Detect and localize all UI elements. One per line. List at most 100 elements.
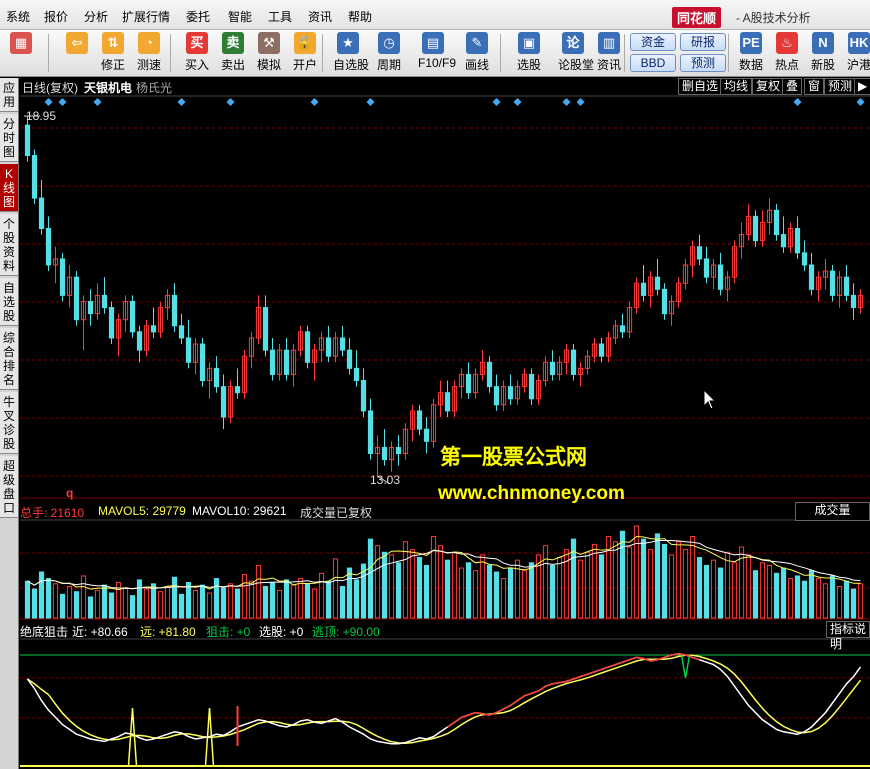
candle-body bbox=[395, 446, 402, 454]
volume-bar bbox=[136, 579, 143, 619]
volume-bar bbox=[374, 545, 381, 619]
volume-bar bbox=[157, 591, 164, 619]
volume-label-button[interactable]: 成交量 bbox=[795, 502, 870, 521]
volume-bar bbox=[752, 570, 759, 619]
toolbar-button-11[interactable]: ✎ 画线 bbox=[462, 32, 492, 73]
indicator-rising-segment bbox=[538, 685, 546, 692]
volume-bar bbox=[171, 576, 178, 619]
volume-bar bbox=[24, 580, 31, 619]
volume-bar bbox=[311, 588, 318, 619]
volume-bar bbox=[451, 551, 458, 619]
toolbar-button-6[interactable]: ⚒ 模拟 bbox=[254, 32, 284, 73]
candle-body bbox=[353, 367, 360, 382]
play-icon[interactable]: ▶ bbox=[854, 78, 870, 95]
toolbar-button-17[interactable]: N 新股 bbox=[808, 32, 838, 73]
toolbar-button-16[interactable]: ♨ 热点 bbox=[772, 32, 802, 73]
toolbar-button-7[interactable]: 🔒 开户 bbox=[290, 32, 320, 73]
chart-header-button-1[interactable]: 均线 bbox=[720, 78, 753, 95]
volume-total: 总手: 21610 bbox=[20, 506, 85, 520]
toolbar-pill-0[interactable]: 资金 bbox=[630, 33, 676, 51]
toolbar-button-10[interactable]: ▤ F10/F9 bbox=[418, 32, 456, 70]
high-price-label: 18.95 bbox=[26, 109, 57, 123]
menu-trade[interactable]: 委托 bbox=[186, 8, 210, 25]
toolbar-button-13[interactable]: 论论股堂 bbox=[558, 32, 594, 73]
volume-bar bbox=[822, 583, 829, 619]
toolbar-pill-1[interactable]: 研报 bbox=[680, 33, 726, 51]
mavol5-value: MAVOL5: 29779 bbox=[98, 504, 186, 518]
toolbar-button-2[interactable]: ⇅ 修正 bbox=[98, 32, 128, 73]
candle-body bbox=[829, 270, 836, 296]
volume-bar bbox=[423, 564, 430, 619]
sidebar-tab-7[interactable]: 超级盘口 bbox=[0, 456, 18, 518]
menu-analysis[interactable]: 分析 bbox=[84, 8, 108, 25]
sidebar-tab-2[interactable]: K线图 bbox=[0, 164, 18, 212]
candle-body bbox=[528, 373, 535, 400]
volume-bar bbox=[850, 588, 857, 619]
toolbar-button-4[interactable]: 买买入 bbox=[182, 32, 212, 73]
volume-bar bbox=[94, 589, 101, 619]
volume-bar bbox=[619, 530, 626, 619]
volume-bar bbox=[486, 564, 493, 619]
toolbar-label: 画线 bbox=[464, 58, 489, 72]
chart-header-button-4[interactable]: 窗 bbox=[804, 78, 825, 95]
toolbar-button-5[interactable]: 卖卖出 bbox=[218, 32, 248, 73]
sidebar-tab-0[interactable]: 应用 bbox=[0, 78, 18, 112]
menu-help[interactable]: 帮助 bbox=[348, 8, 372, 25]
signal-diamond-icon bbox=[562, 98, 571, 106]
menu-system[interactable]: 系统 bbox=[6, 8, 30, 25]
toolbar-button-18[interactable]: HK 沪港 bbox=[844, 32, 870, 73]
toolbar-button-12[interactable]: ▣ 选股 bbox=[514, 32, 544, 73]
pen-icon: ✎ bbox=[466, 32, 488, 54]
chart-header-button-0[interactable]: 删自选 bbox=[678, 78, 723, 95]
volume-bar bbox=[45, 578, 52, 619]
sidebar-tab-3[interactable]: 个股资料 bbox=[0, 214, 18, 276]
sidebar-tab-4[interactable]: 自选股 bbox=[0, 278, 18, 326]
chart-header-button-2[interactable]: 复权 bbox=[752, 78, 785, 95]
toolbar-button-15[interactable]: PE 数据 bbox=[736, 32, 766, 73]
candle-body bbox=[507, 386, 514, 400]
toolbar-button-1[interactable]: ⇦ bbox=[62, 32, 92, 56]
volume-bar bbox=[52, 583, 59, 619]
toolbar-pill-3[interactable]: 预测 bbox=[680, 54, 726, 72]
volume-bar bbox=[710, 559, 717, 619]
menu-smart[interactable]: 智能 bbox=[228, 8, 252, 25]
mavol10-value: MAVOL10: 29621 bbox=[192, 504, 287, 518]
app-grid-icon: ▦ bbox=[10, 32, 32, 54]
volume-bar bbox=[87, 596, 94, 619]
toolbar-button-3[interactable]: ◔ 测速 bbox=[134, 32, 164, 73]
candle-body bbox=[304, 331, 311, 363]
volume-bar bbox=[108, 592, 115, 619]
sidebar-tab-5[interactable]: 综合排名 bbox=[0, 328, 18, 390]
chart-header-button-5[interactable]: 预测 bbox=[824, 78, 857, 95]
menu-news[interactable]: 资讯 bbox=[308, 8, 332, 25]
menu-quote[interactable]: 报价 bbox=[44, 8, 68, 25]
kline-chart[interactable] bbox=[20, 78, 870, 769]
toolbar-label: 选股 bbox=[516, 58, 541, 72]
toolbar-button-14[interactable]: ▥ 资讯 bbox=[594, 32, 624, 73]
toolbar-button-9[interactable]: ◷ 周期 bbox=[374, 32, 404, 73]
volume-bar bbox=[633, 525, 640, 619]
sidebar-tab-6[interactable]: 牛叉诊股 bbox=[0, 392, 18, 454]
indicator-help-button[interactable]: 指标说明 bbox=[826, 621, 870, 651]
watermark-url: www.chnmoney.com bbox=[438, 483, 625, 504]
chart-header-button-3[interactable]: 叠 bbox=[782, 78, 803, 95]
toolbar-button-0[interactable]: ▦ bbox=[6, 32, 36, 56]
candle-body bbox=[703, 258, 710, 278]
volume-bar bbox=[80, 575, 87, 619]
toolbar-button-8[interactable]: ★ 自选股 bbox=[333, 32, 369, 73]
candle-body bbox=[108, 307, 115, 339]
menu-ext-quote[interactable]: 扩展行情 bbox=[122, 8, 170, 25]
toolbar-label: 开户 bbox=[292, 58, 317, 72]
volume-bar bbox=[465, 562, 472, 619]
indicator-rising-segment bbox=[587, 671, 595, 675]
indicator-rising-segment bbox=[608, 663, 616, 668]
menu-tools[interactable]: 工具 bbox=[268, 8, 292, 25]
volume-marker: q bbox=[66, 486, 74, 500]
sidebar-tab-1[interactable]: 分时图 bbox=[0, 114, 18, 162]
signal-diamond-icon bbox=[366, 98, 375, 106]
candle-body bbox=[850, 294, 857, 309]
speed-icon: ◔ bbox=[138, 32, 160, 54]
toolbar-pill-2[interactable]: BBD bbox=[630, 54, 676, 72]
chart-area[interactable]: 日线(复权) 天银机电 杨氏光 删自选 均线 复权叠窗预测 ▶ 18.95 13.03… bbox=[20, 78, 870, 769]
volume-bar bbox=[591, 543, 598, 619]
